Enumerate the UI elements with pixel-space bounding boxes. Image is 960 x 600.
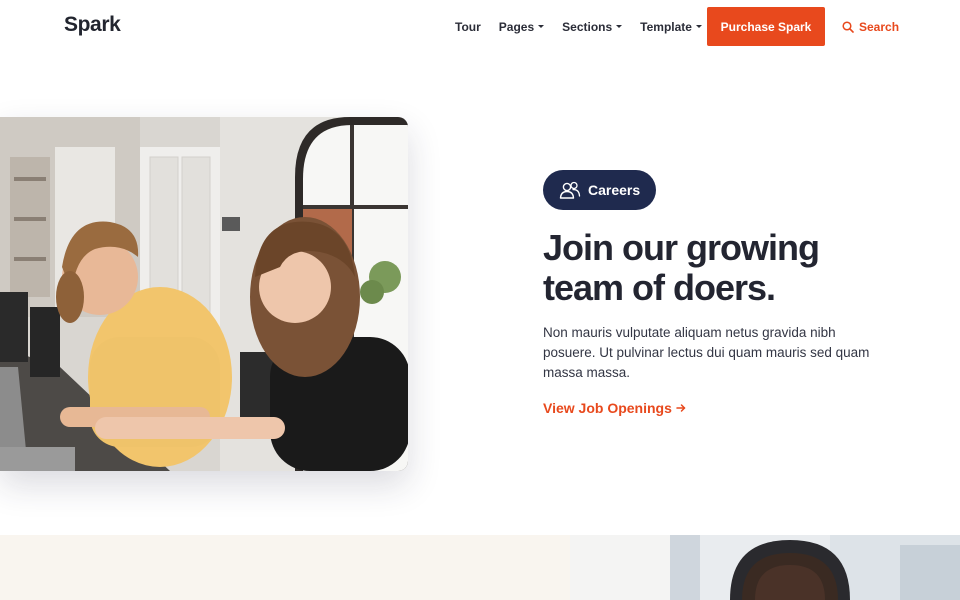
- logo[interactable]: Spark: [64, 13, 121, 37]
- nav-label: Sections: [562, 20, 613, 34]
- main-nav: Tour Pages Sections Template: [455, 20, 702, 34]
- caret-down-icon: [538, 24, 545, 28]
- hero-title: Join our growing team of doers.: [543, 228, 873, 308]
- hero-description: Non mauris vulputate aliquam netus gravi…: [543, 325, 870, 380]
- nav-item-tour[interactable]: Tour: [455, 20, 481, 34]
- search-link[interactable]: Search: [842, 20, 899, 34]
- caret-down-icon: [695, 24, 702, 28]
- nav-item-template[interactable]: Template: [640, 20, 702, 34]
- nav-item-pages[interactable]: Pages: [498, 20, 545, 34]
- arrow-right-icon: [676, 404, 686, 412]
- job-link-label: View Job Openings: [543, 400, 672, 416]
- purchase-button[interactable]: Purchase Spark: [707, 7, 825, 46]
- hero-title-line: Join our growing: [543, 227, 820, 268]
- nav-label: Tour: [455, 20, 481, 34]
- people-icon: [559, 181, 581, 199]
- nav-item-sections[interactable]: Sections: [562, 20, 623, 34]
- careers-badge-label: Careers: [588, 182, 641, 198]
- careers-badge: Careers: [543, 170, 657, 210]
- hero-title-line: team of doers.: [543, 267, 776, 308]
- nav-label: Template: [640, 20, 692, 34]
- next-section-photo: [570, 535, 960, 600]
- view-job-openings-link[interactable]: View Job Openings: [543, 400, 686, 416]
- search-icon: [842, 21, 854, 33]
- hero-photo: [0, 117, 408, 471]
- caret-down-icon: [616, 24, 623, 28]
- nav-label: Pages: [498, 20, 535, 34]
- site-header: Spark Tour Pages Sections Template Purch…: [0, 0, 960, 56]
- search-label: Search: [859, 20, 900, 34]
